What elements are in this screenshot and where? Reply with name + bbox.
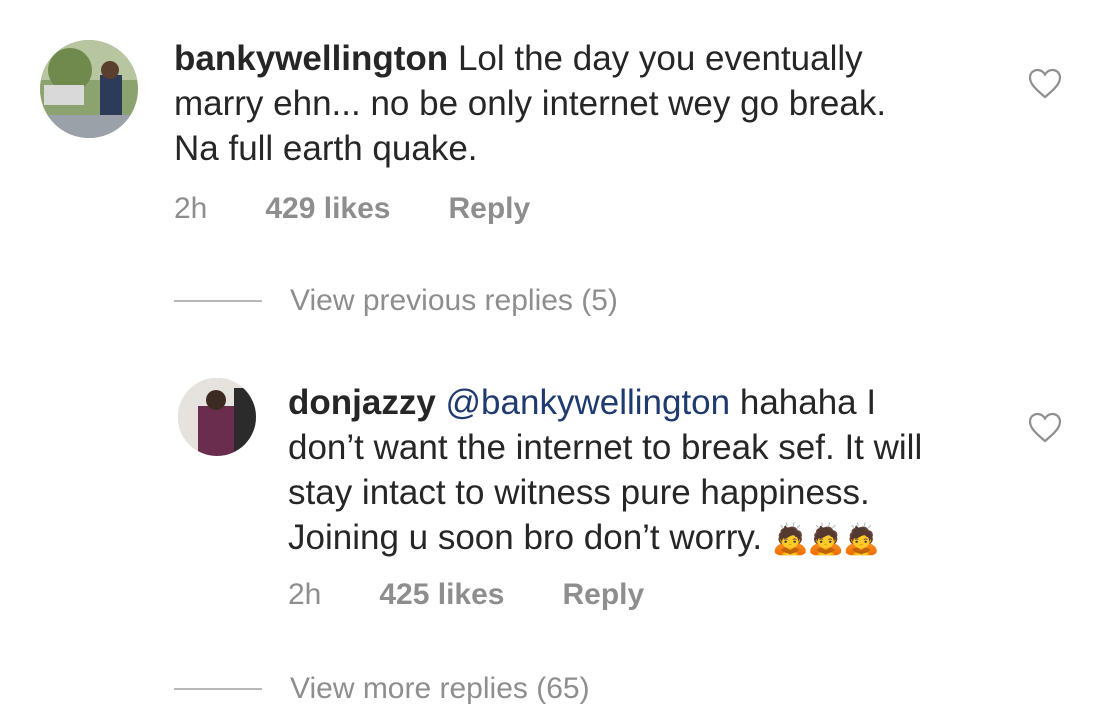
view-replies-label[interactable]: View previous replies (5): [290, 284, 618, 318]
reply-button[interactable]: Reply: [449, 192, 531, 226]
avatar-donjazzy[interactable]: [178, 378, 256, 456]
likes-count[interactable]: 425 likes: [379, 578, 504, 612]
heart-outline-icon[interactable]: [1028, 68, 1062, 100]
reply-meta: 2h 425 likes Reply: [288, 578, 644, 612]
comment-line: marry ehn... no be only internet wey go …: [174, 84, 887, 123]
likes-count[interactable]: 429 likes: [265, 192, 390, 226]
timestamp: 2h: [174, 192, 208, 225]
divider-line: [174, 300, 262, 302]
comment-line: stay intact to witness pure happiness.: [288, 473, 870, 512]
comment-text: bankywellington Lol the day you eventual…: [174, 36, 994, 171]
reply-button[interactable]: Reply: [563, 578, 645, 612]
username[interactable]: bankywellington: [174, 39, 448, 78]
comment-line: Joining u soon bro don’t worry.: [288, 518, 763, 557]
comment-line: Na full earth quake.: [174, 129, 478, 168]
divider-line: [174, 688, 262, 690]
view-replies-label[interactable]: View more replies (65): [290, 672, 590, 706]
mention-link[interactable]: @bankywellington: [446, 383, 731, 422]
view-more-replies-button[interactable]: View more replies (65): [174, 672, 590, 706]
comment-line: Lol the day you eventually: [457, 39, 863, 78]
comment-meta: 2h 429 likes Reply: [174, 192, 530, 226]
bowing-emoji: 🙇🙇🙇: [771, 523, 880, 556]
reply-text: donjazzy @bankywellington hahaha I don’t…: [288, 380, 1008, 562]
comment-line: don’t want the internet to break sef. It…: [288, 428, 923, 467]
comment-line: hahaha I: [739, 383, 877, 422]
avatar-bankywellington[interactable]: [40, 40, 138, 138]
username[interactable]: donjazzy: [288, 383, 436, 422]
view-previous-replies-button[interactable]: View previous replies (5): [174, 284, 618, 318]
heart-outline-icon[interactable]: [1028, 412, 1062, 444]
timestamp: 2h: [288, 578, 322, 611]
